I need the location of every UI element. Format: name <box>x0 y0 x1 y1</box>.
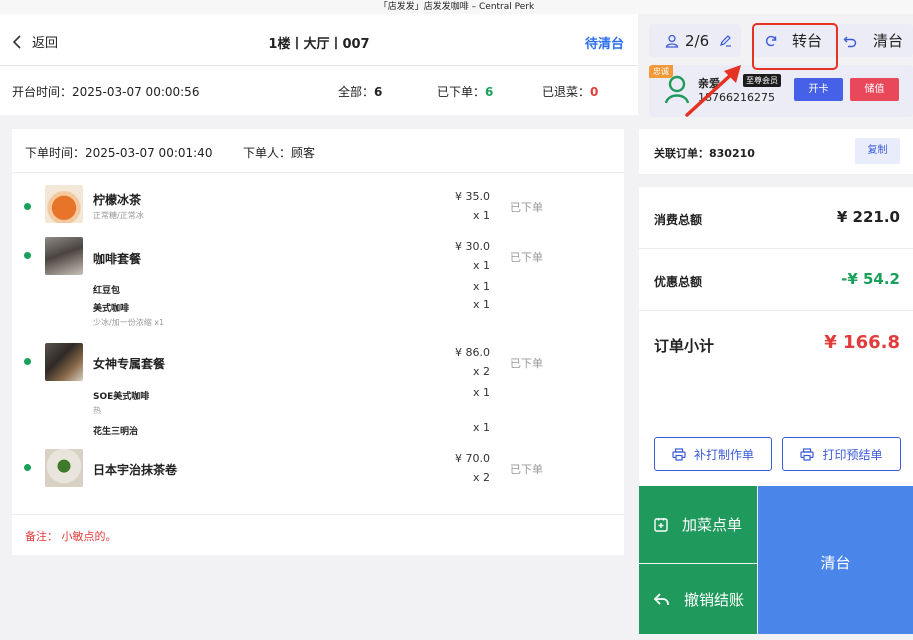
consumption-total-value: ¥ 221.0 <box>836 208 900 226</box>
clear-table-top-button[interactable]: 清台 <box>837 24 913 57</box>
coffee-set-thumbnail <box>45 237 83 275</box>
open-card-button[interactable]: 开卡 <box>794 78 843 101</box>
subtotal-row: 订单小计 ¥ 166.8 <box>639 311 913 371</box>
orderer: 下单人：顾客 <box>243 146 316 160</box>
sub-item-note: 热 <box>93 406 101 415</box>
order-header: 返回 1楼丨大厅丨007 待清台 <box>0 14 638 66</box>
order-note: 备注： 小敏点的。 <box>25 530 117 543</box>
linked-order: 关联订单：830210 复制 <box>639 129 913 174</box>
total-label: 全部： <box>338 85 375 99</box>
total-value: 6 <box>374 85 383 99</box>
returned-label: 已退菜： <box>542 85 591 99</box>
payment-summary: 消费总额 ¥ 221.0 优惠总额 -¥ 54.2 订单小计 ¥ 166.8 补… <box>639 187 913 486</box>
order-card: 下单时间：2025-03-07 00:01:40 下单人：顾客 柠檬冰茶 正常糖… <box>12 129 624 555</box>
discount-total-label: 优惠总额 <box>654 275 703 289</box>
total-count: 全部：6 <box>338 83 382 100</box>
sub-item-note: 少冰/加一份浓缩 x1 <box>93 318 165 327</box>
cancel-checkout-button[interactable]: 撤销结账 <box>639 564 757 634</box>
status-dot <box>24 203 31 210</box>
order-subtotal-value: ¥ 166.8 <box>824 332 900 353</box>
person-icon <box>665 34 679 48</box>
reprint-make-order-button[interactable]: 补打制作单 <box>654 437 772 471</box>
ordered-count: 已下单：6 <box>437 83 493 100</box>
highlight-box <box>752 23 838 70</box>
discount-total-value: -¥ 54.2 <box>841 270 900 288</box>
order-time: 下单时间：2025-03-07 00:01:40 <box>25 146 213 160</box>
goddess-set-thumbnail <box>45 343 83 381</box>
cancel-checkout-label: 撤销结账 <box>684 590 745 609</box>
item-name: 咖啡套餐 <box>93 252 142 266</box>
item-status: 已下单 <box>510 201 543 214</box>
annotation-arrow-icon <box>685 65 741 117</box>
item-status: 已下单 <box>510 463 543 476</box>
item-name: 柠檬冰茶 <box>93 193 142 207</box>
item-price: ¥ 70.0 <box>455 452 490 465</box>
guest-count: 2/6 <box>685 31 710 50</box>
table-name: 1楼丨大厅丨007 <box>268 37 370 52</box>
item-name: 日本宇治抹茶卷 <box>93 463 178 477</box>
item-status: 已下单 <box>510 357 543 370</box>
item-price: ¥ 35.0 <box>455 190 490 203</box>
member-level-badge: 至尊会员 <box>743 74 781 87</box>
item-qty: x 1 <box>472 259 490 272</box>
open-time: 开台时间：2025-03-07 00:00:56 <box>12 85 200 99</box>
item-price: ¥ 30.0 <box>455 240 490 253</box>
clear-table-button[interactable]: 清台 <box>758 486 913 634</box>
item-qty: x 2 <box>472 365 490 378</box>
reply-icon <box>654 592 669 605</box>
status-dot <box>24 252 31 259</box>
add-dish-button[interactable]: 加菜点单 <box>639 486 757 563</box>
sub-item-qty: x 1 <box>472 280 490 293</box>
add-order-icon <box>654 518 668 532</box>
status-dot <box>24 464 31 471</box>
add-dish-label: 加菜点单 <box>682 516 743 534</box>
item-name: 女神专属套餐 <box>93 357 166 371</box>
item-qty: x 1 <box>472 209 490 222</box>
guest-count-button[interactable]: 2/6 <box>649 24 741 57</box>
window-title: 「店发发」店发发咖啡 – Central Perk <box>0 0 913 14</box>
sub-item-name: 美式咖啡 <box>93 304 130 314</box>
print-prebill-label: 打印预结单 <box>822 447 883 462</box>
undo-icon <box>843 36 857 47</box>
linked-order-label: 关联订单：830210 <box>654 147 755 160</box>
printer-icon <box>800 447 815 461</box>
printer-icon <box>672 447 686 461</box>
item-spec: 正常糖/正常冰 <box>93 211 144 220</box>
sub-item-qty: x 1 <box>472 421 490 434</box>
order-subtotal-label: 订单小计 <box>654 337 715 355</box>
total-row: 消费总额 ¥ 221.0 <box>639 187 913 248</box>
store-value-button[interactable]: 储值 <box>850 78 899 101</box>
reprint-label: 补打制作单 <box>693 447 754 462</box>
order-info-bar: 开台时间：2025-03-07 00:00:56 全部：6 已下单：6 已退菜：… <box>0 66 638 115</box>
lemon-tea-thumbnail <box>45 185 83 223</box>
edit-icon <box>720 35 732 47</box>
divider <box>12 514 624 515</box>
consumption-total-label: 消费总额 <box>654 213 703 227</box>
sub-item-name: SOE美式咖啡 <box>93 392 150 402</box>
sub-item-qty: x 1 <box>472 386 490 399</box>
order-meta: 下单时间：2025-03-07 00:01:40 下单人：顾客 <box>12 129 624 173</box>
clear-label: 清台 <box>873 32 904 50</box>
ordered-label: 已下单： <box>437 85 486 99</box>
sub-item-name: 红豆包 <box>93 286 121 296</box>
sub-item-qty: x 1 <box>472 298 490 311</box>
discount-row: 优惠总额 -¥ 54.2 <box>639 249 913 310</box>
ordered-value: 6 <box>485 85 494 99</box>
returned-value: 0 <box>590 85 599 99</box>
print-prebill-button[interactable]: 打印预结单 <box>782 437 901 471</box>
sub-item-name: 花生三明治 <box>93 427 139 437</box>
matcha-roll-thumbnail <box>45 449 83 487</box>
item-qty: x 2 <box>472 471 490 484</box>
status-dot <box>24 358 31 365</box>
copy-button[interactable]: 复制 <box>855 138 900 164</box>
item-price: ¥ 86.0 <box>455 346 490 359</box>
returned-count: 已退菜：0 <box>542 83 598 100</box>
item-status: 已下单 <box>510 251 543 264</box>
table-status[interactable]: 待清台 <box>585 33 624 52</box>
